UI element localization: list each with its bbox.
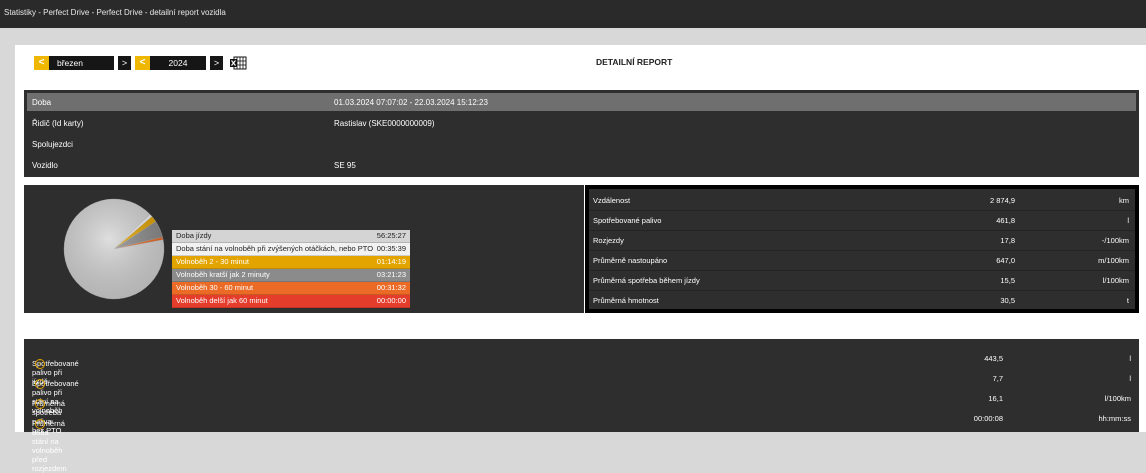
trip-stats-table: Vzdálenost 2 874,9 km Spotřebované paliv… (585, 185, 1139, 313)
info-icon[interactable]: i (35, 359, 45, 369)
prev-year-button[interactable]: < (135, 56, 150, 70)
info-value: 01.03.2024 07:07:02 - 22.03.2024 15:12:2… (334, 98, 488, 107)
stat-label: Vzdálenost (593, 196, 631, 205)
stat-label: Rozjezdy (593, 236, 624, 245)
stat-value: 647,0 (996, 256, 1015, 265)
fuel-value: 443,5 (984, 354, 1003, 363)
legend-duration: 00:35:39 (376, 244, 406, 253)
time-breakdown-chart: Doba jízdy 56:25:27 Doba stání na volnoběh… (24, 185, 584, 313)
info-label: Spolujezdci (32, 140, 73, 149)
info-label: Řidič (Id karty) (32, 119, 84, 128)
fuel-stats-table: Spotřebované palivo při jízdě i 443,5 l S… (24, 339, 1139, 473)
stats-row: Vzdálenost 2 874,9 km (589, 190, 1135, 211)
stat-unit: l (1127, 216, 1129, 225)
fuel-value: 00:00:08 (973, 414, 1003, 423)
fuel-unit: l (1129, 374, 1131, 383)
legend-row: Volnoběh delší jak 60 minut 00:00:00 (172, 295, 410, 308)
stats-row: Průměrně nastoupáno 647,0 m/100km (589, 250, 1135, 271)
info-value: SE 95 (334, 161, 356, 170)
legend-duration: 56:25:27 (376, 231, 406, 240)
stat-value: 30,5 (1000, 296, 1015, 305)
window-title: Statistiky - Perfect Drive - Perfect Dri… (4, 8, 226, 17)
next-month-button[interactable]: > (118, 56, 131, 70)
fuel-row: Spotřebované palivo při jízdě i 443,5 l (24, 349, 1139, 386)
fuel-row: Průměrná doba stání na volnoběh před roz… (24, 409, 1139, 473)
year-value: 2024 (150, 56, 206, 70)
legend-row: Volnoběh 2 - 30 minut 01:14:19 (172, 256, 410, 269)
info-icon[interactable]: i (35, 379, 45, 389)
fuel-row: Spotřebované palivo při stání na volnobě… (24, 369, 1139, 415)
info-icon[interactable]: i (35, 419, 45, 429)
fuel-value: 16,1 (988, 394, 1003, 403)
legend-label: Volnoběh 2 - 30 minut (176, 257, 249, 266)
legend-row: Doba jízdy 56:25:27 (172, 230, 410, 243)
period-navigator: < březen > < 2024 > (34, 53, 247, 73)
stat-label: Průměrně nastoupáno (593, 256, 668, 265)
excel-export-icon[interactable] (229, 56, 247, 70)
fuel-row: Průměrná spotřeba paliva bez PTO i 16,1 l… (24, 389, 1139, 435)
fuel-unit: l (1129, 354, 1131, 363)
info-row-vehicle: Vozidlo SE 95 (24, 156, 1139, 176)
info-row-codrivers: Spolujezdci (24, 135, 1139, 155)
info-row-driver: Řidič (Id karty) Rastislav (SKE000000000… (24, 114, 1139, 134)
legend-label: Volnoběh kratší jak 2 minuty (176, 270, 270, 279)
stat-unit: km (1119, 196, 1129, 205)
legend-label: Volnoběh 30 - 60 minut (176, 283, 254, 292)
prev-month-button[interactable]: < (34, 56, 49, 70)
stat-unit: t (1126, 296, 1129, 305)
month-value: březen (49, 56, 114, 70)
stat-label: Průměrná spotřeba během jízdy (593, 276, 700, 285)
fuel-value: 7,7 (992, 374, 1003, 383)
legend-label: Doba jízdy (176, 231, 212, 240)
stats-row: Spotřebované palivo 461,8 l (589, 210, 1135, 231)
stat-unit: m/100km (1098, 256, 1129, 265)
legend-row: Doba stání na volnoběh při zvýšených otá… (172, 243, 410, 256)
pie-legend: Doba jízdy 56:25:27 Doba stání na volnoběh… (172, 230, 410, 308)
stat-value: 2 874,9 (989, 196, 1015, 205)
pie-chart (63, 198, 165, 300)
stat-value: 461,8 (996, 216, 1015, 225)
fuel-unit: hh:mm:ss (1098, 414, 1131, 423)
fuel-unit: l/100km (1104, 394, 1131, 403)
stats-row: Průměrná spotřeba během jízdy 15,5 l/100… (589, 270, 1135, 291)
stats-row: Průměrná hmotnost 30,5 t (589, 290, 1135, 310)
info-label: Vozidlo (32, 161, 58, 170)
legend-duration: 01:14:19 (376, 257, 406, 266)
info-label: Doba (32, 98, 52, 107)
info-value: Rastislav (SKE0000000009) (334, 119, 435, 128)
stat-unit: l/100km (1102, 276, 1129, 285)
stats-row: Rozjezdy 17,8 -/100km (589, 230, 1135, 251)
stat-value: 17,8 (1000, 236, 1015, 245)
stat-label: Průměrná hmotnost (593, 296, 659, 305)
legend-row: Volnoběh kratší jak 2 minuty 03:21:23 (172, 269, 410, 282)
legend-duration: 03:21:23 (376, 270, 406, 279)
window-titlebar: Statistiky - Perfect Drive - Perfect Dri… (0, 0, 1146, 28)
next-year-button[interactable]: > (210, 56, 223, 70)
legend-duration: 00:31:32 (376, 283, 406, 292)
info-icon[interactable]: i (35, 399, 45, 409)
vehicle-info-table: Doba 01.03.2024 07:07:02 - 22.03.2024 15… (24, 90, 1139, 177)
legend-duration: 00:00:00 (376, 296, 406, 305)
stat-unit: -/100km (1101, 236, 1129, 245)
legend-label: Volnoběh delší jak 60 minut (176, 296, 268, 305)
stat-label: Spotřebované palivo (593, 216, 662, 225)
legend-row: Volnoběh 30 - 60 minut 00:31:32 (172, 282, 410, 295)
report-title: DETAILNÍ REPORT (596, 57, 673, 67)
stat-value: 15,5 (1000, 276, 1015, 285)
info-row-period: Doba 01.03.2024 07:07:02 - 22.03.2024 15… (27, 93, 1136, 111)
legend-label: Doba stání na volnoběh při zvýšených otá… (176, 244, 374, 253)
